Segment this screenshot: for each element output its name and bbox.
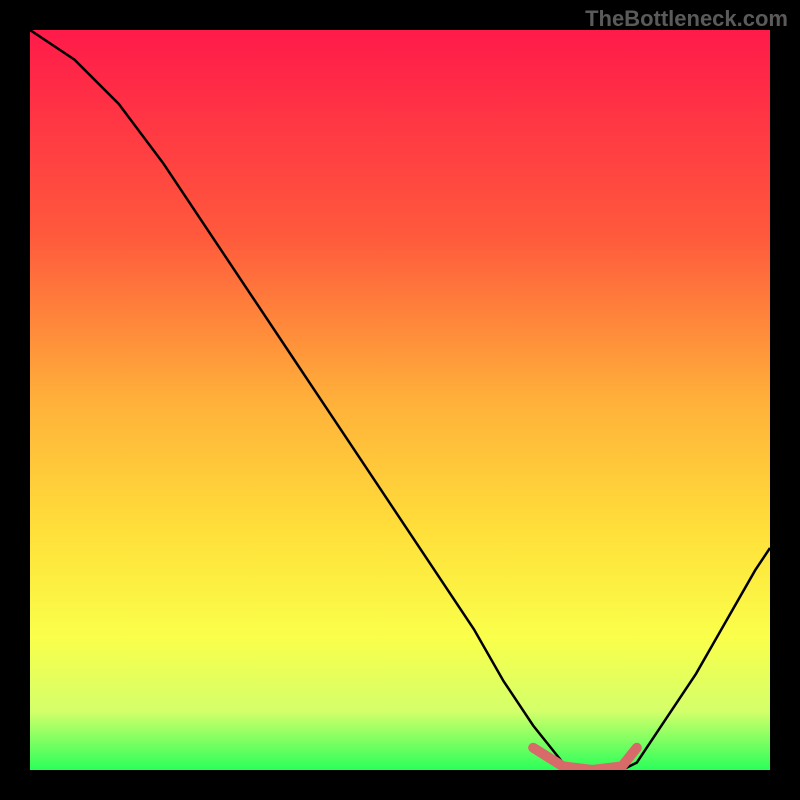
chart-container	[30, 30, 770, 770]
watermark-text: TheBottleneck.com	[585, 6, 788, 32]
chart-background	[30, 30, 770, 770]
chart-svg	[30, 30, 770, 770]
